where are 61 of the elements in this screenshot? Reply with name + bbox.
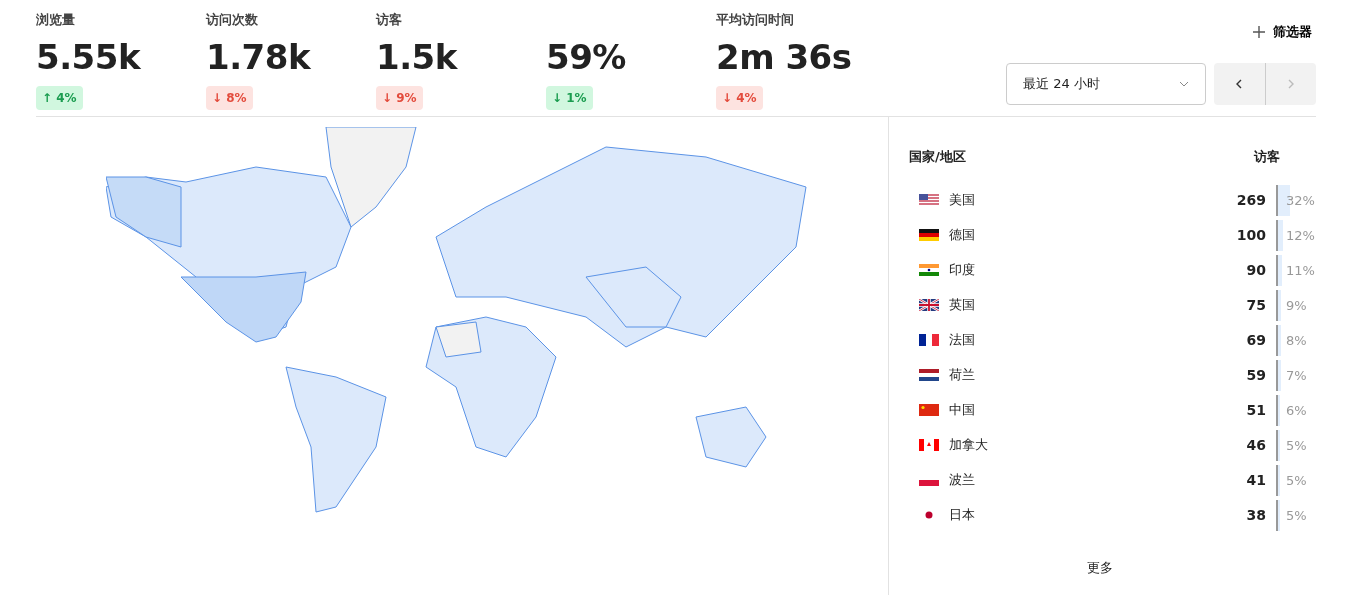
visitor-count: 59 — [1245, 365, 1266, 385]
percent-share: 11% — [1285, 262, 1315, 278]
percent-share: 7% — [1285, 367, 1307, 383]
flag-icon — [919, 404, 939, 416]
stat-value: 59% — [546, 37, 626, 77]
flag-icon — [919, 334, 939, 346]
visitor-count: 75 — [1245, 295, 1266, 315]
change-badge: ↓ 9% — [376, 86, 423, 110]
more-link[interactable]: 更多 — [1087, 559, 1113, 575]
visitor-count: 51 — [1245, 400, 1266, 420]
country-name: 荷兰 — [949, 366, 975, 385]
country-name: 法国 — [949, 331, 975, 350]
country-name: 印度 — [949, 261, 975, 280]
visitor-count: 38 — [1245, 505, 1266, 525]
percent-share: 8% — [1285, 332, 1307, 348]
country-name: 波兰 — [949, 471, 975, 490]
visitor-count: 46 — [1245, 435, 1266, 455]
date-range-dropdown[interactable]: 最近 24 小时 — [1006, 62, 1206, 105]
flag-icon — [919, 299, 939, 311]
chevron-left-icon — [1236, 78, 1243, 89]
flag-icon — [919, 369, 939, 381]
chevron-down-icon — [1179, 80, 1189, 87]
filter-button[interactable]: 筛选器 — [1249, 20, 1316, 44]
percent-share: 32% — [1285, 192, 1315, 208]
flag-icon — [919, 264, 939, 276]
percent-share: 5% — [1285, 437, 1307, 453]
stat-value: 2m 36s — [716, 37, 852, 77]
chevron-right-icon — [1287, 78, 1295, 89]
stat-label: 访问次数 — [206, 12, 258, 27]
country-name: 中国 — [949, 401, 975, 420]
stat-value: 5.55k — [36, 37, 140, 77]
percent-share: 9% — [1285, 297, 1307, 313]
visitor-count: 41 — [1245, 470, 1266, 490]
stat-label: 平均访问时间 — [716, 12, 794, 27]
plus-icon — [1253, 25, 1265, 38]
percent-share: 12% — [1285, 227, 1315, 243]
percent-share: 6% — [1285, 402, 1307, 418]
stat-label: 浏览量 — [36, 12, 75, 27]
visitor-count: 100 — [1235, 225, 1266, 245]
stat-value: 1.78k — [206, 37, 310, 77]
country-name: 英国 — [949, 296, 975, 315]
change-badge: ↑ 4% — [36, 86, 83, 110]
stat-label: 访客 — [376, 12, 402, 27]
visitor-count: 69 — [1245, 330, 1266, 350]
column-header: 访客 — [1254, 148, 1280, 166]
visitor-count: 90 — [1245, 260, 1266, 280]
visitor-count: 269 — [1235, 190, 1266, 210]
change-badge: ↓ 4% — [716, 86, 763, 110]
percent-share: 5% — [1285, 507, 1307, 523]
country-name: 日本 — [949, 506, 975, 525]
change-badge: ↓ 8% — [206, 86, 253, 110]
flag-icon — [919, 194, 939, 206]
flag-icon — [919, 439, 939, 451]
country-name: 美国 — [949, 191, 975, 210]
change-badge: ↓ 1% — [546, 86, 593, 110]
percent-share: 5% — [1285, 472, 1307, 488]
flag-icon — [919, 229, 939, 241]
country-name: 加拿大 — [949, 436, 988, 455]
column-header: 国家/地区 — [909, 148, 966, 166]
country-name: 德国 — [949, 226, 975, 245]
stat-value: 1.5k — [376, 37, 457, 77]
